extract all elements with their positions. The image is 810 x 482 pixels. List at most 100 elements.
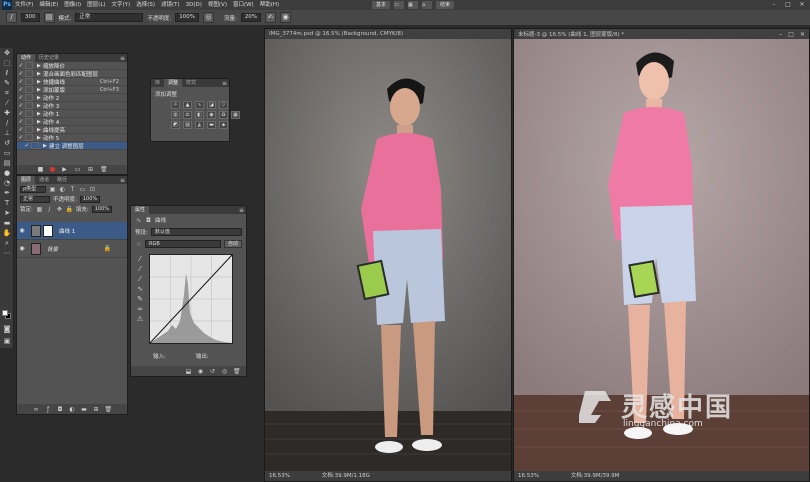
tab-layers[interactable]: 图层 xyxy=(17,176,36,184)
curve-point-icon[interactable]: ∿ xyxy=(135,284,145,294)
zoom-tool-icon[interactable]: ⌕ xyxy=(1,238,13,248)
exposure-icon[interactable]: ◪ xyxy=(207,101,216,109)
lock-transparent-icon[interactable]: ▦ xyxy=(36,206,43,213)
photo-filter-icon[interactable]: ◉ xyxy=(207,111,216,119)
check-icon[interactable]: ✓ xyxy=(17,62,25,69)
minimize-icon[interactable]: – xyxy=(770,1,778,9)
tab-actions[interactable]: 动作 xyxy=(17,54,36,62)
delete-adjustment-icon[interactable]: 🗑 xyxy=(233,368,241,375)
panel-menu-icon[interactable]: ≡ xyxy=(120,55,125,62)
check-icon[interactable]: ✓ xyxy=(17,102,25,109)
target-adjust-icon[interactable]: ☜ xyxy=(135,241,142,248)
new-adjustment-icon[interactable]: ◐ xyxy=(69,406,76,413)
filter-pixel-icon[interactable]: ▣ xyxy=(49,186,56,193)
eraser-tool-icon[interactable]: ▭ xyxy=(1,148,13,158)
minimize-icon[interactable]: – xyxy=(779,31,782,38)
lock-pixels-icon[interactable]: / xyxy=(46,206,53,213)
history-brush-tool-icon[interactable]: ↺ xyxy=(1,138,13,148)
add-mask-icon[interactable]: ◘ xyxy=(57,406,64,413)
mask-icon[interactable]: ◘ xyxy=(145,217,152,224)
white-point-eyedropper-icon[interactable]: ⁄ xyxy=(135,274,145,284)
close-icon[interactable]: ✕ xyxy=(800,31,805,38)
doc-size[interactable]: 文档:39.9M/1.18G xyxy=(322,473,370,479)
channel-select[interactable]: RGB xyxy=(145,240,221,248)
stamp-tool-icon[interactable]: ⊥ xyxy=(1,128,13,138)
layer-filter-select[interactable]: ρ类型 xyxy=(20,185,46,193)
check-icon[interactable]: ✓ xyxy=(23,142,31,149)
lasso-tool-icon[interactable]: ℓ xyxy=(1,68,13,78)
check-icon[interactable]: ✓ xyxy=(17,134,25,141)
reset-icon[interactable]: ↺ xyxy=(209,368,216,375)
dialog-toggle-icon[interactable] xyxy=(25,70,33,77)
action-row[interactable]: ✓ ▶ 建立 调整图层 xyxy=(17,142,127,150)
delete-icon[interactable]: 🗑 xyxy=(100,166,108,173)
pen-tool-icon[interactable]: ✒ xyxy=(1,188,13,198)
dialog-toggle-icon[interactable] xyxy=(25,94,33,101)
document-tab[interactable]: 未标题-3 @ 16.5% (曲线 1, 图层蒙版/8) * – □ ✕ xyxy=(514,29,809,39)
doc-size[interactable]: 文档:39.9M/39.9M xyxy=(571,473,620,479)
curves-icon[interactable]: ∿ xyxy=(195,101,204,109)
fx-icon[interactable]: ƒ xyxy=(45,406,52,413)
fill-input[interactable]: 100% xyxy=(91,205,113,213)
clip-to-layer-icon[interactable]: ⬓ xyxy=(185,368,192,375)
tab-adjustments[interactable]: 调整 xyxy=(164,79,183,87)
home-icon[interactable]: ⌂ xyxy=(422,1,433,9)
crop-tool-icon[interactable]: ⌗ xyxy=(1,88,13,98)
zoom-level[interactable]: 16.53% xyxy=(269,473,290,479)
posterize-icon[interactable]: ▨ xyxy=(183,121,192,129)
black-white-icon[interactable]: ◧ xyxy=(195,111,204,119)
canvas-original[interactable] xyxy=(265,39,511,473)
check-icon[interactable]: ✓ xyxy=(17,94,25,101)
dialog-toggle-icon[interactable] xyxy=(25,126,33,133)
pressure-size-icon[interactable]: ◉ xyxy=(280,12,292,23)
brush-tool-icon[interactable]: / xyxy=(1,118,13,128)
tab-properties[interactable]: 属性 xyxy=(131,206,150,214)
eyedropper-tool-icon[interactable]: ⁄ xyxy=(1,98,13,108)
menu-type[interactable]: 文字(Y) xyxy=(109,0,134,10)
visibility-icon[interactable]: ◎ xyxy=(221,368,228,375)
new-group-icon[interactable]: ▬ xyxy=(81,406,88,413)
delete-layer-icon[interactable]: 🗑 xyxy=(105,406,113,413)
check-icon[interactable]: ✓ xyxy=(17,110,25,117)
menu-image[interactable]: 图像(I) xyxy=(61,0,84,10)
lock-position-icon[interactable]: ✥ xyxy=(56,206,63,213)
panel-menu-icon[interactable]: ≡ xyxy=(239,207,244,214)
brush-size-picker[interactable]: 300 xyxy=(21,13,40,22)
brush-tool-icon[interactable]: / xyxy=(6,12,17,23)
eye-icon[interactable]: ◉ xyxy=(17,245,27,252)
check-icon[interactable]: ✓ xyxy=(17,70,25,77)
menu-3d[interactable]: 3D(D) xyxy=(183,0,205,10)
view-previous-icon[interactable]: ◉ xyxy=(197,368,204,375)
color-balance-icon[interactable]: ⚖ xyxy=(183,111,192,119)
auto-button[interactable]: 自动 xyxy=(223,240,242,248)
workspace-basic-button[interactable]: 基本 xyxy=(372,1,391,9)
stop-icon[interactable]: ■ xyxy=(37,166,44,173)
clip-warning-icon[interactable]: ⚠ xyxy=(135,314,145,324)
dialog-toggle-icon[interactable] xyxy=(25,86,33,93)
maximize-icon[interactable]: □ xyxy=(784,1,792,9)
blur-tool-icon[interactable]: ● xyxy=(1,168,13,178)
arrange-icon[interactable]: ▦ xyxy=(408,1,419,9)
check-icon[interactable]: ✓ xyxy=(17,78,25,85)
layer-row-background[interactable]: ◉ 背景 🔒 xyxy=(17,240,127,258)
shape-tool-icon[interactable]: ▬ xyxy=(1,218,13,228)
menu-filter[interactable]: 滤镜(T) xyxy=(158,0,183,10)
dialog-toggle-icon[interactable] xyxy=(25,78,33,85)
gray-point-eyedropper-icon[interactable]: ⁄ xyxy=(135,264,145,274)
filter-adjust-icon[interactable]: ◐ xyxy=(59,186,66,193)
brush-panel-icon[interactable]: ▤ xyxy=(43,12,55,23)
dialog-toggle-icon[interactable] xyxy=(25,102,33,109)
move-tool-icon[interactable]: ✥ xyxy=(1,48,13,58)
curve-pencil-icon[interactable]: ✎ xyxy=(135,294,145,304)
selective-color-icon[interactable]: ◈ xyxy=(219,121,228,129)
gradient-tool-icon[interactable]: ▤ xyxy=(1,158,13,168)
threshold-icon[interactable]: ◭ xyxy=(195,121,204,129)
play-icon[interactable]: ▶ xyxy=(61,166,68,173)
marquee-tool-icon[interactable]: ⬚ xyxy=(1,58,13,68)
quick-mask-icon[interactable]: ◙ xyxy=(1,324,13,334)
dialog-toggle-icon[interactable] xyxy=(25,62,33,69)
close-icon[interactable]: ✕ xyxy=(798,1,806,9)
curves-graph[interactable] xyxy=(149,254,233,344)
quick-select-tool-icon[interactable]: ✎ xyxy=(1,78,13,88)
layer-opacity-input[interactable]: 100% xyxy=(79,195,101,203)
